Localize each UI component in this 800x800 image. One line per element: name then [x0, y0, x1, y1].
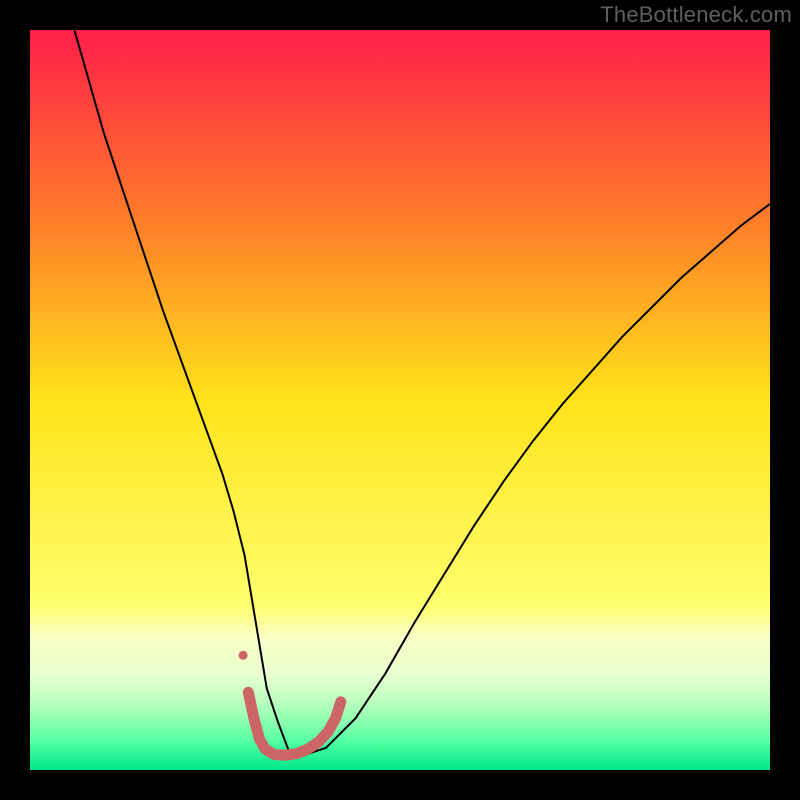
gradient-background — [30, 30, 770, 770]
plot-area — [30, 30, 770, 770]
markers-group — [239, 651, 248, 660]
highlight-dot — [239, 651, 248, 660]
chart-svg — [30, 30, 770, 770]
watermark-label: TheBottleneck.com — [600, 2, 792, 28]
chart-frame: TheBottleneck.com — [0, 0, 800, 800]
